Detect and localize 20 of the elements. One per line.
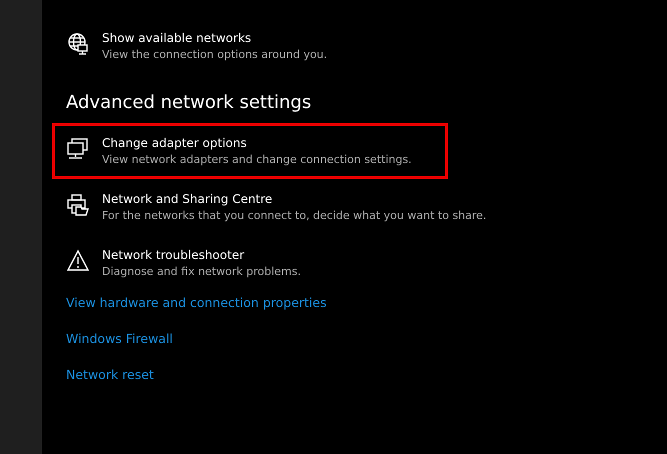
setting-title: Network and Sharing Centre — [102, 192, 274, 206]
section-heading: Advanced network settings — [66, 92, 312, 113]
monitors-icon — [66, 137, 90, 161]
setting-description: View network adapters and change connection settings. — [102, 153, 412, 166]
settings-link[interactable]: Network reset — [66, 367, 154, 382]
globe-monitor-icon — [66, 32, 90, 56]
setting-title: Network troubleshooter — [102, 248, 246, 262]
setting-item[interactable]: Show available networks View the connection options around you. — [52, 18, 448, 74]
printer-folder-icon — [66, 193, 90, 217]
settings-link[interactable]: View hardware and connection properties — [66, 295, 327, 310]
warning-icon — [66, 249, 90, 273]
setting-description: Diagnose and fix network problems. — [102, 265, 301, 278]
highlighted-setting-item[interactable]: Change adapter options View network adapters and change connection settings. — [52, 123, 448, 179]
setting-description: View the connection options around you. — [102, 48, 328, 61]
setting-item[interactable]: Network troubleshooter Diagnose and fix network problems. — [52, 235, 448, 291]
setting-title: Show available networks — [102, 31, 252, 45]
setting-title: Change adapter options — [102, 136, 248, 150]
settings-link[interactable]: Windows Firewall — [66, 331, 173, 346]
setting-item[interactable]: Network and Sharing Centre For the networks that you connect to, decide what you want to share. — [52, 179, 500, 235]
setting-description: For the networks that you connect to, decide what you want to share. — [102, 209, 486, 222]
